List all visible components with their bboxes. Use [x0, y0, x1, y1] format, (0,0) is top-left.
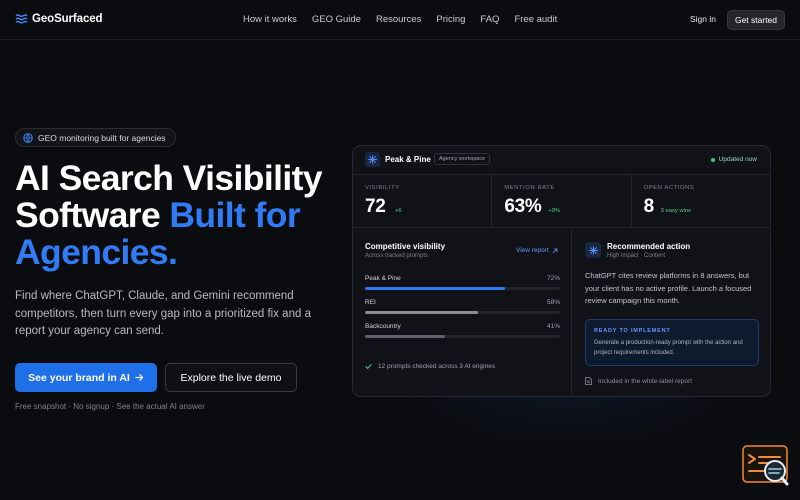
stat-label: OPEN ACTIONS — [643, 185, 695, 191]
nav-link-resources[interactable]: Resources — [376, 14, 421, 25]
stats-row: VISIBILITY 72 +6 MENTION RATE 63% +9% OP… — [353, 175, 770, 228]
chat-widget-launcher[interactable] — [742, 445, 790, 487]
see-brand-label: See your brand in AI — [28, 371, 130, 384]
view-report-link[interactable]: View report — [516, 247, 558, 254]
arrow-right-icon — [135, 374, 144, 381]
stat-mention-rate: MENTION RATE 63% +9% — [492, 175, 632, 227]
bar-percent: 41% — [546, 323, 560, 330]
document-icon — [585, 377, 592, 385]
sparkle-icon — [368, 155, 377, 164]
stat-label: MENTION RATE — [504, 185, 555, 191]
bar-label: REI — [365, 299, 376, 306]
panel-subtitle: Across tracked prompts — [365, 253, 429, 259]
ready-text: Generate a production-ready prompt with … — [594, 340, 743, 356]
nav-link-faq[interactable]: FAQ — [480, 14, 499, 25]
sign-in-link[interactable]: Sign in — [690, 14, 716, 24]
panel-title: Competitive visibility — [365, 242, 446, 251]
chat-search-icon — [742, 445, 789, 486]
white-label-note: Included in the white-label report — [585, 377, 692, 385]
badge-text: GEO monitoring built for agencies — [38, 132, 166, 143]
brand-name: GeoSurfaced — [32, 12, 103, 25]
stat-open-actions: OPEN ACTIONS 8 3 easy wins — [632, 175, 770, 227]
status-dot-icon — [710, 157, 715, 162]
bar-percent: 58% — [546, 299, 560, 306]
stat-delta: +6 — [395, 208, 402, 214]
nav-link-how-it-works[interactable]: How it works — [243, 14, 297, 25]
get-started-button[interactable]: Get started — [727, 10, 785, 30]
white-label-text: Included in the white-label report — [598, 377, 692, 385]
workspace-icon — [365, 152, 380, 167]
fine-print: Free snapshot · No signup · See the actu… — [15, 402, 205, 411]
prompts-checked-text: 12 prompts checked across 3 AI engines — [378, 363, 496, 370]
bar-label: Peak & Pine — [365, 275, 401, 282]
bar-track — [365, 335, 560, 338]
sparkle-icon — [588, 245, 598, 255]
panel-subtitle: High impact · Content — [607, 253, 666, 259]
live-demo-button[interactable]: Explore the live demo — [165, 363, 297, 392]
bar-percent: 72% — [546, 275, 560, 282]
workspace-name: Peak & Pine — [385, 155, 431, 164]
prompts-checked: 12 prompts checked across 3 AI engines — [365, 363, 495, 370]
stat-delta: +9% — [548, 208, 561, 214]
recommended-action-panel: Recommended action High impact · Content… — [572, 228, 770, 396]
stat-value: 8 — [643, 196, 655, 217]
dashboard-header: Peak & Pine Agency workspace Updated now — [353, 146, 770, 175]
competitive-visibility-panel: Competitive visibility Across tracked pr… — [353, 228, 572, 396]
update-status: Updated now — [710, 156, 757, 163]
external-arrow-icon — [552, 248, 558, 253]
ready-to-implement-box[interactable]: READY TO IMPLEMENT Generate a production… — [585, 319, 759, 366]
see-brand-button[interactable]: See your brand in AI — [15, 363, 157, 392]
bar-track — [365, 311, 560, 314]
view-report-label: View report — [516, 247, 549, 254]
nav-link-free-audit[interactable]: Free audit — [514, 14, 557, 25]
stat-value: 63% — [504, 196, 542, 217]
ready-title: READY TO IMPLEMENT — [594, 328, 671, 334]
bar-label: Backcountry — [365, 323, 401, 330]
bar-fill — [365, 311, 479, 314]
nav-link-geo-guide[interactable]: GEO Guide — [312, 14, 361, 25]
panel-title: Recommended action — [607, 242, 691, 251]
dashboard-preview: Peak & Pine Agency workspace Updated now… — [352, 145, 771, 397]
stat-value: 72 — [365, 196, 386, 217]
workspace-tag: Agency workspace — [434, 153, 491, 165]
bar-fill — [365, 335, 445, 338]
hero-headline: AI Search Visibility Software Built for … — [15, 160, 345, 271]
recommendation-text: ChatGPT cites review platforms in 8 answ… — [585, 271, 752, 305]
globe-icon — [23, 132, 33, 143]
recommended-icon-box — [585, 242, 601, 258]
waves-icon — [15, 14, 28, 24]
bar-track — [365, 287, 560, 290]
check-icon — [365, 364, 372, 369]
brand-logo[interactable]: GeoSurfaced — [15, 12, 103, 25]
nav-links: How it works GEO Guide Resources Pricing… — [243, 14, 557, 25]
top-nav: GeoSurfaced How it works GEO Guide Resou… — [0, 0, 800, 40]
stat-visibility: VISIBILITY 72 +6 — [353, 175, 493, 227]
hero-badge: GEO monitoring built for agencies — [15, 128, 176, 147]
update-status-text: Updated now — [718, 156, 757, 163]
stat-delta: 3 easy wins — [660, 208, 691, 214]
bar-fill — [365, 287, 506, 290]
stat-label: VISIBILITY — [365, 185, 400, 191]
hero-subtext: Find where ChatGPT, Claude, and Gemini r… — [15, 290, 311, 337]
nav-link-pricing[interactable]: Pricing — [436, 14, 465, 25]
